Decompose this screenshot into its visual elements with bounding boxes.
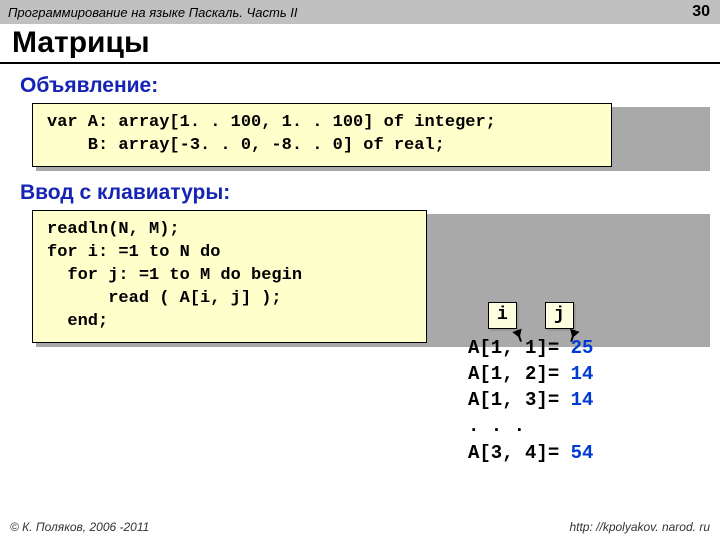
row-lhs: A[1, 3]= (468, 389, 559, 411)
row-value: 54 (571, 442, 594, 464)
declaration-label: Объявление: (20, 74, 706, 98)
declaration-code: var A: array[1. . 100, 1. . 100] of inte… (32, 103, 612, 167)
arrow-icon (570, 330, 576, 342)
row-value: 14 (571, 363, 594, 385)
index-labels: i j (488, 302, 593, 329)
input-codebox: readln(N, M); for i: =1 to N do for j: =… (32, 210, 706, 343)
var-i-box: i (488, 302, 517, 329)
copyright: © К. Поляков, 2006 -2011 (10, 520, 149, 534)
output-rows: A[1, 1]= 25A[1, 2]= 14A[1, 3]= 14 . . .A… (468, 335, 593, 466)
page-number: 30 (692, 3, 710, 21)
arrow-icon (516, 330, 522, 342)
row-lhs: A[1, 1]= (468, 337, 559, 359)
output-row: . . . (468, 413, 593, 439)
footer-url: http: //kpolyakov. narod. ru (569, 520, 710, 534)
content: Объявление: var A: array[1. . 100, 1. . … (0, 64, 720, 343)
row-lhs: A[3, 4]= (468, 442, 559, 464)
var-j-box: j (545, 302, 574, 329)
slide-footer: © К. Поляков, 2006 -2011 http: //kpolyak… (0, 520, 720, 534)
example-output: i j A[1, 1]= 25A[1, 2]= 14A[1, 3]= 14 . … (468, 302, 593, 466)
row-value: 14 (571, 389, 594, 411)
header-title: Программирование на языке Паскаль. Часть… (8, 5, 298, 20)
row-lhs: . . . (468, 415, 525, 437)
output-row: A[3, 4]= 54 (468, 440, 593, 466)
row-lhs: A[1, 2]= (468, 363, 559, 385)
output-row: A[1, 2]= 14 (468, 361, 593, 387)
declaration-codebox: var A: array[1. . 100, 1. . 100] of inte… (32, 103, 706, 167)
slide-header: Программирование на языке Паскаль. Часть… (0, 0, 720, 24)
input-code: readln(N, M); for i: =1 to N do for j: =… (32, 210, 427, 343)
page-title: Матрицы (0, 24, 720, 64)
input-label: Ввод с клавиатуры: (20, 181, 706, 205)
output-row: A[1, 3]= 14 (468, 387, 593, 413)
